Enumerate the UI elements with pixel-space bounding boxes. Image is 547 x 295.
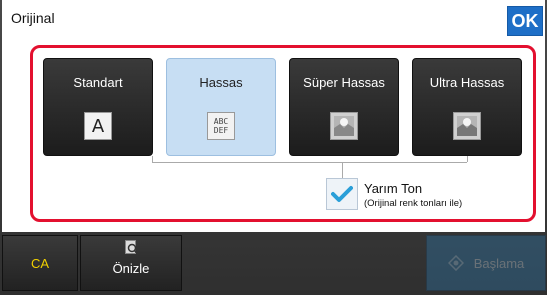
preview-label: Önizle (112, 261, 150, 276)
abc-icon-top: ABC (213, 117, 229, 126)
checkmark-icon (331, 186, 353, 202)
page-title: Orijinal (11, 10, 55, 26)
abc-icon-bottom: DEF (213, 126, 229, 135)
ultra-hassas-button[interactable]: Ultra Hassas (412, 58, 522, 156)
halftone-sublabel: (Orijinal renk tonları ile) (364, 198, 463, 209)
standart-button[interactable]: Standart A (43, 58, 153, 156)
image-icon (330, 112, 358, 140)
image-icon (453, 112, 481, 140)
ultra-hassas-label: Ultra Hassas (429, 75, 505, 90)
hassas-label: Hassas (199, 75, 243, 90)
preview-icon (125, 240, 139, 255)
original-settings-panel: Orijinal OK Standart A Hassas ABC DEF Sü… (2, 0, 545, 232)
super-hassas-label: Süper Hassas (303, 75, 385, 90)
halftone-checkbox[interactable] (326, 178, 358, 210)
connector-line (342, 162, 343, 178)
start-button[interactable]: Başlama (426, 235, 546, 291)
standart-label: Standart (73, 75, 123, 90)
hassas-button[interactable]: Hassas ABC DEF (166, 58, 276, 156)
text-abc-icon: ABC DEF (207, 112, 235, 140)
start-label: Başlama (473, 255, 525, 271)
halftone-label: Yarım Ton (364, 181, 423, 196)
letter-a-icon: A (84, 112, 112, 140)
ca-button[interactable]: CA (2, 235, 78, 291)
connector-line (152, 162, 467, 163)
super-hassas-button[interactable]: Süper Hassas (289, 58, 399, 156)
screen: Orijinal OK Standart A Hassas ABC DEF Sü… (0, 0, 547, 295)
preview-button[interactable]: Önizle (80, 235, 182, 291)
start-diamond-icon (447, 255, 464, 271)
connector-line (467, 156, 468, 162)
ok-button[interactable]: OK (507, 6, 543, 36)
